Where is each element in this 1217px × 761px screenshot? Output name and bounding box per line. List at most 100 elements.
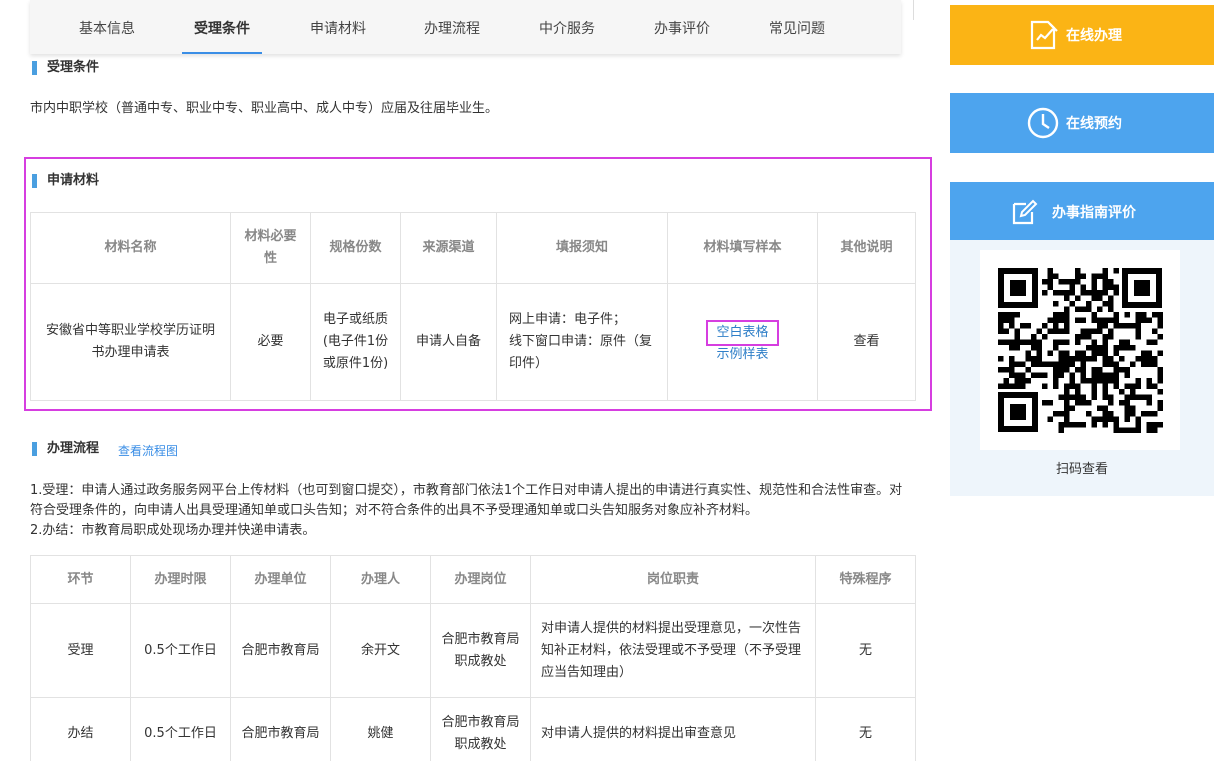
qr-module (1113, 427, 1119, 433)
qr-module (1086, 334, 1092, 340)
online-booking-button[interactable]: 在线预约 (950, 93, 1214, 153)
conditions-title: 受理条件 (32, 60, 99, 76)
qr-module (1091, 372, 1097, 378)
qr-module (1042, 290, 1048, 296)
qr-module (1003, 317, 1009, 323)
qr-module (1102, 339, 1108, 345)
qr-module (1119, 323, 1125, 329)
blank-form-link[interactable]: 空白表格 (716, 325, 768, 340)
qr-module (1146, 394, 1152, 400)
qr-module (1080, 394, 1086, 400)
notice-line-1: 网上申请：电子件； (509, 312, 627, 327)
row-post: 合肥市教育局职成教处 (430, 697, 531, 761)
qr-module (1058, 356, 1064, 362)
tab-evaluation[interactable]: 办事评价 (654, 18, 710, 54)
qr-module (1091, 350, 1097, 356)
edit-icon (1012, 199, 1038, 225)
qr-module (1080, 367, 1086, 373)
header-step: 环节 (30, 555, 131, 604)
qr-module (1108, 317, 1114, 323)
tab-agency[interactable]: 中介服务 (539, 18, 595, 54)
qr-module (1152, 427, 1158, 433)
material-name: 安徽省中等职业学校学历证明书办理申请表 (30, 283, 231, 401)
qr-module (1113, 312, 1119, 318)
qr-module (1020, 372, 1026, 378)
qr-caption: 扫码查看 (1055, 462, 1108, 477)
qr-module (1080, 317, 1086, 323)
qr-module (1058, 339, 1064, 345)
qr-module (1058, 328, 1064, 334)
qr-module (1091, 345, 1097, 351)
qr-module (1091, 317, 1097, 323)
row-unit: 合肥市教育局 (230, 603, 331, 698)
qr-module (1108, 361, 1114, 367)
qr-module (1069, 279, 1075, 285)
qr-module (1009, 345, 1015, 351)
other-view-link[interactable]: 查看 (817, 283, 916, 401)
qr-module (1113, 317, 1119, 323)
qr-module (1036, 339, 1042, 345)
qr-module (1091, 328, 1097, 334)
qr-module (1086, 345, 1092, 351)
qr-module (1152, 422, 1158, 428)
row-post: 合肥市教育局职成教处 (430, 603, 531, 698)
qr-module (1091, 416, 1097, 422)
qr-module (1058, 312, 1064, 318)
qr-module (1080, 372, 1086, 378)
qr-module (1042, 383, 1048, 389)
header-notice: 填报须知 (496, 212, 668, 284)
qr-module (1108, 356, 1114, 362)
qr-module (1058, 279, 1064, 285)
qr-module (1042, 334, 1048, 340)
qr-module (1102, 345, 1108, 351)
qr-module (1119, 367, 1125, 373)
tab-bar: 基本信息 受理条件 申请材料 办理流程 中介服务 办事评价 常见问题 (30, 0, 901, 54)
table-row: 受理 0.5个工作日 合肥市教育局 余开文 合肥市教育局职成教处 对申请人提供的… (30, 603, 916, 698)
qr-module (1058, 372, 1064, 378)
qr-module (1130, 323, 1136, 329)
qr-code-image (998, 268, 1163, 433)
guide-evaluation-button[interactable]: 办事指南评价 (950, 182, 1214, 240)
qr-module (1119, 389, 1125, 395)
divider (913, 0, 914, 20)
qr-module (1097, 367, 1103, 373)
qr-module (1069, 356, 1075, 362)
qr-module (1124, 339, 1130, 345)
qr-module (1124, 372, 1130, 378)
qr-module (1064, 328, 1070, 334)
tab-process[interactable]: 办理流程 (424, 18, 480, 54)
qr-module (1053, 323, 1059, 329)
qr-module (1113, 422, 1119, 428)
qr-module (1064, 306, 1070, 312)
qr-module (1130, 394, 1136, 400)
qr-module (1075, 295, 1081, 301)
qr-module (1080, 350, 1086, 356)
tab-materials[interactable]: 申请材料 (310, 18, 366, 54)
qr-module (1080, 361, 1086, 367)
qr-module (1086, 400, 1092, 406)
view-flowchart-link[interactable]: 查看流程图 (118, 442, 178, 459)
qr-module (1075, 389, 1081, 395)
qr-module (1053, 372, 1059, 378)
online-booking-label: 在线预约 (1066, 116, 1122, 132)
qr-module (1091, 339, 1097, 345)
online-handle-button[interactable]: 在线办理 (950, 5, 1214, 65)
qr-module (1152, 356, 1158, 362)
qr-module (1146, 422, 1152, 428)
tab-faq[interactable]: 常见问题 (769, 18, 825, 54)
qr-module (1025, 367, 1031, 373)
qr-module (1025, 378, 1031, 384)
qr-module (1152, 383, 1158, 389)
qr-module (1135, 383, 1141, 389)
qr-module (1102, 383, 1108, 389)
tab-basic-info[interactable]: 基本信息 (79, 18, 135, 54)
qr-module (1058, 427, 1064, 433)
example-form-link[interactable]: 示例样表 (676, 346, 809, 364)
qr-module (1091, 383, 1097, 389)
qr-module (1152, 339, 1158, 345)
tab-conditions[interactable]: 受理条件 (182, 18, 262, 54)
qr-module (1086, 306, 1092, 312)
qr-module (1047, 279, 1053, 285)
qr-module (1146, 411, 1152, 417)
qr-module (1086, 328, 1092, 334)
